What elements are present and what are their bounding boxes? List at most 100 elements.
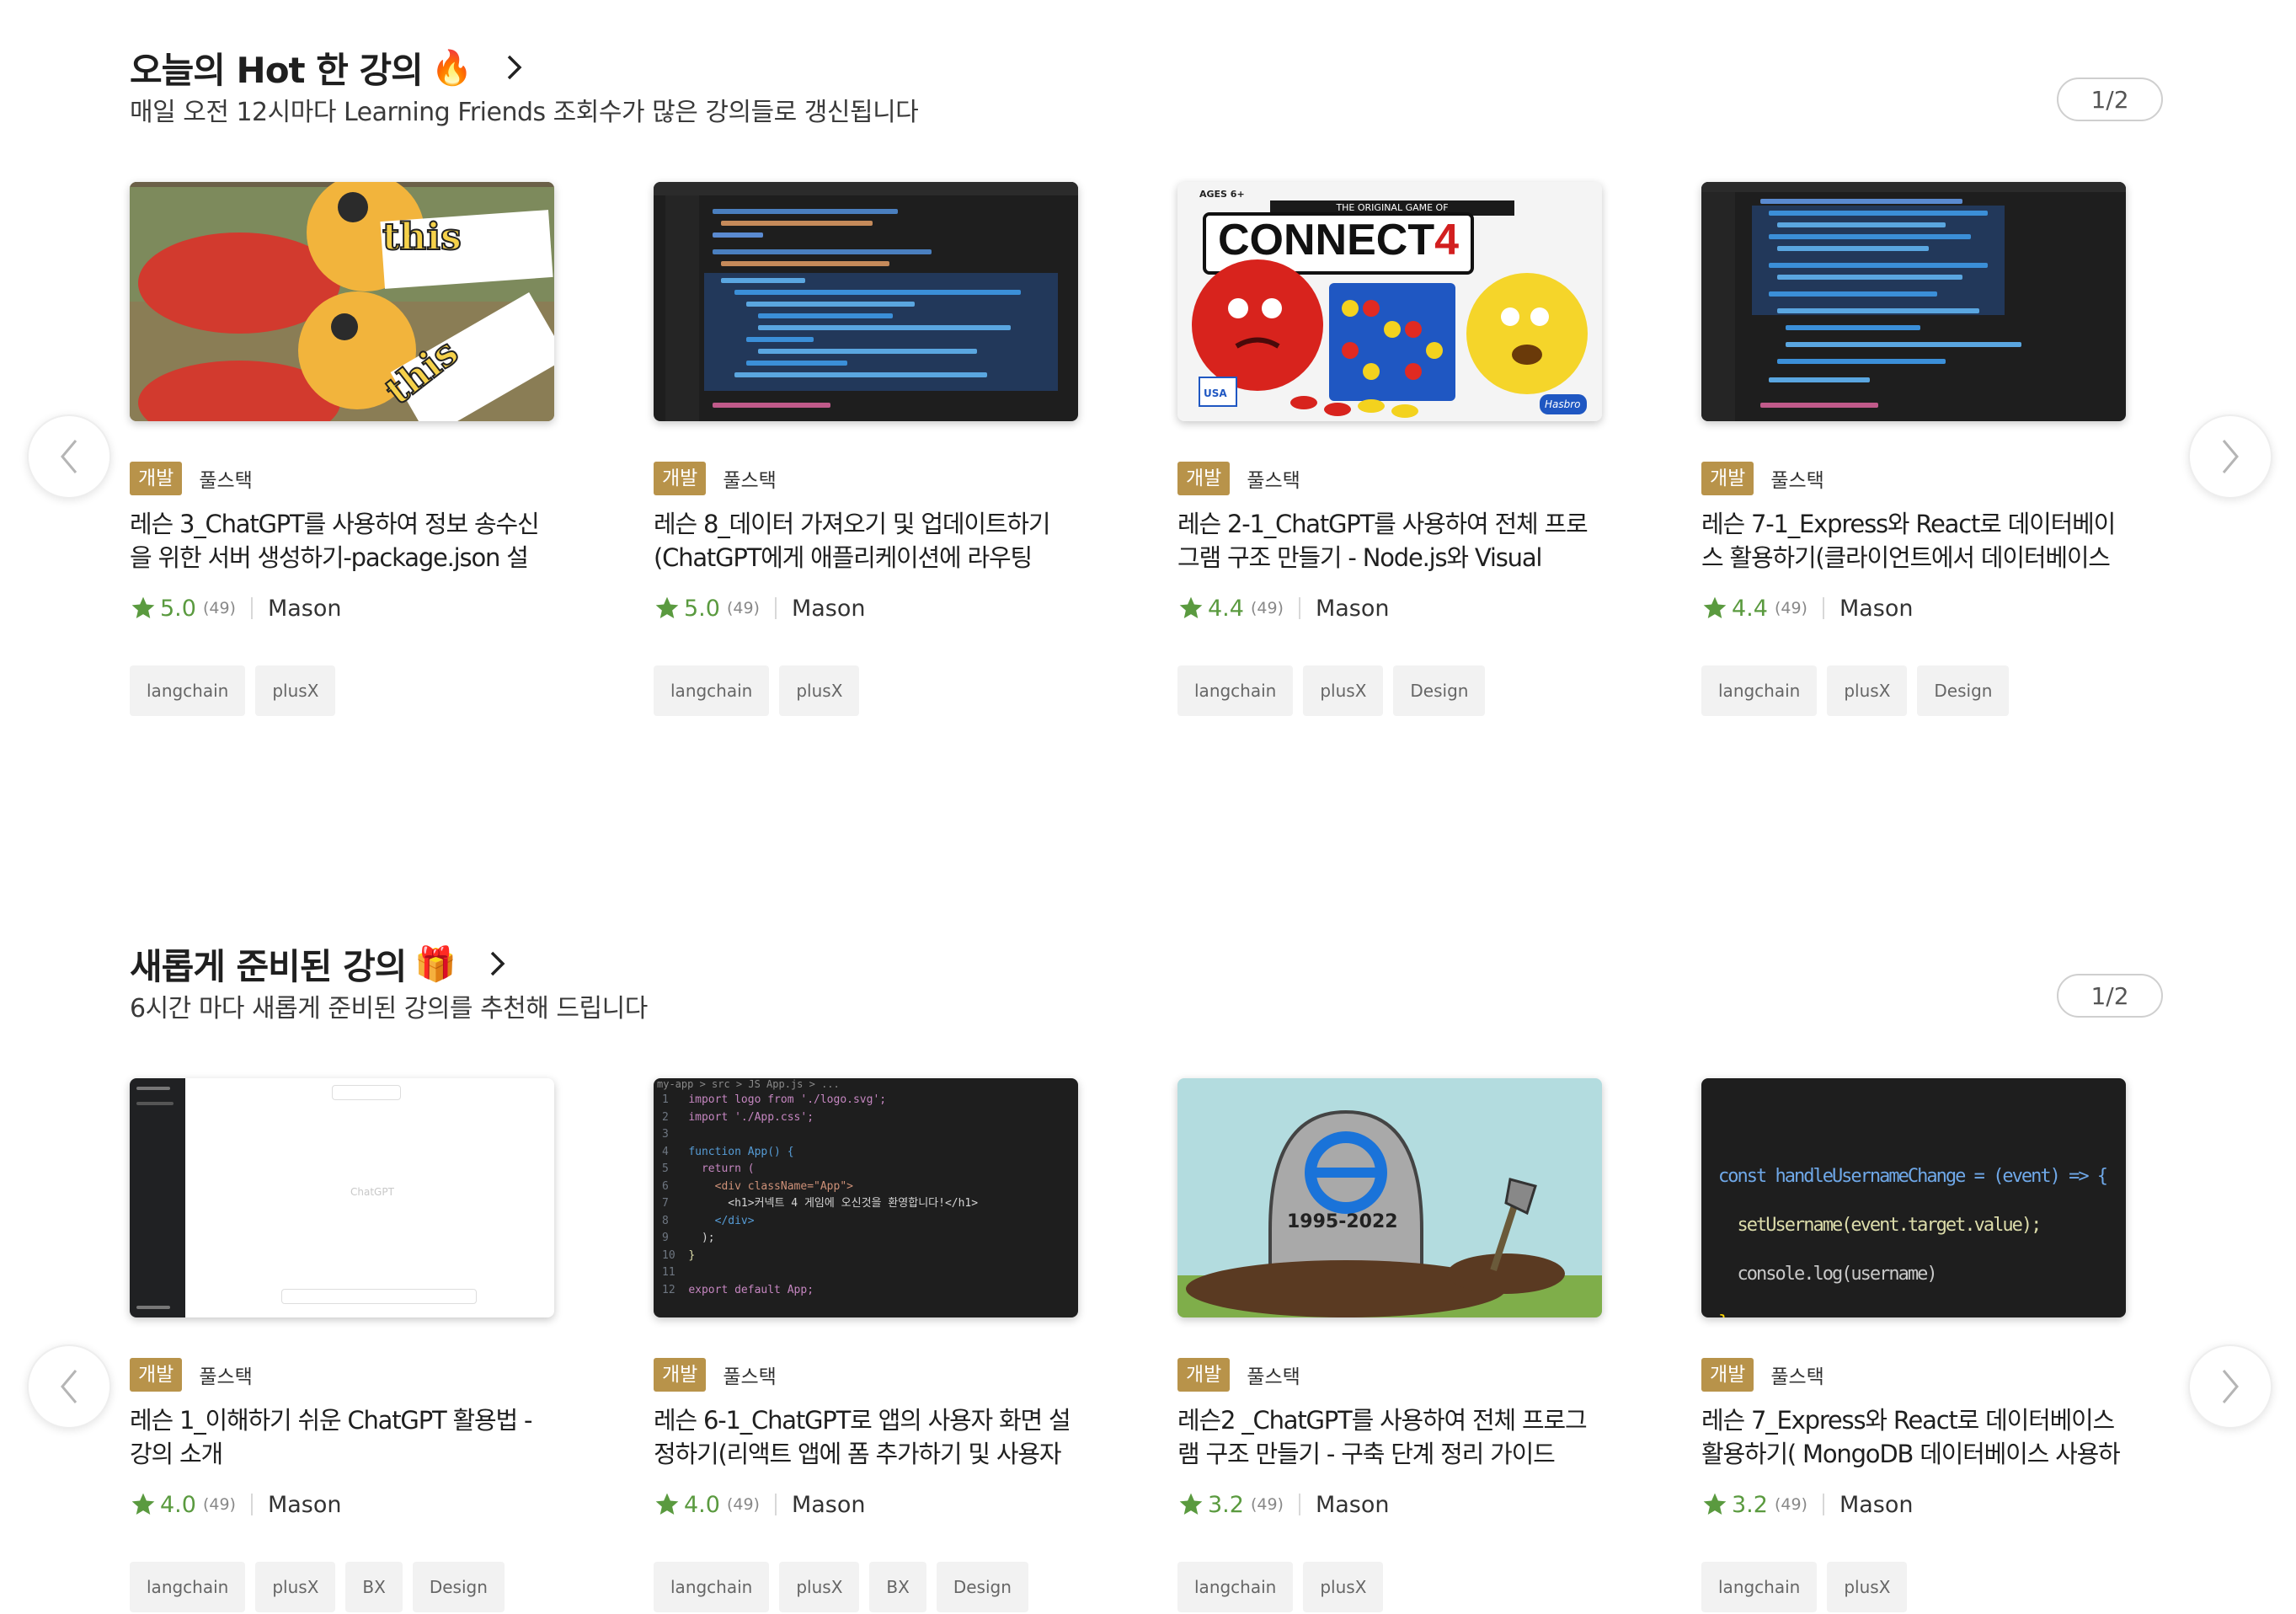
course-thumbnail[interactable]: 1995-2022 bbox=[1177, 1078, 1602, 1317]
course-card[interactable]: 개발 풀스택 레슨 7-1_Express와 React로 데이터베이스 활용하… bbox=[1701, 182, 2126, 716]
tag[interactable]: plusX bbox=[255, 1562, 336, 1612]
rating-score: 4.0 bbox=[684, 1491, 720, 1518]
next-button[interactable] bbox=[2188, 414, 2272, 499]
tag[interactable]: plusX bbox=[779, 665, 860, 716]
author-name[interactable]: Mason bbox=[268, 1492, 342, 1518]
tag-list: langchain plusX bbox=[130, 665, 554, 716]
section-title[interactable]: 새롭게 준비된 강의 🎁 bbox=[130, 938, 511, 989]
rating-count: (49) bbox=[1774, 599, 1807, 617]
tag[interactable]: langchain bbox=[654, 665, 770, 716]
tag[interactable]: plusX bbox=[779, 1562, 860, 1612]
author-name[interactable]: Mason bbox=[792, 596, 866, 622]
course-card[interactable]: AGES 6+ THE ORIGINAL GAME OF CONNECT4 US… bbox=[1177, 182, 1602, 716]
course-title[interactable]: 레슨 8_데이터 가져오기 및 업데이트하기 (ChatGPT에게 애플리케이션… bbox=[654, 507, 1078, 575]
subcategory: 풀스택 bbox=[1247, 1366, 1300, 1388]
course-thumbnail[interactable]: ChatGPT bbox=[130, 1078, 554, 1317]
prev-button[interactable] bbox=[27, 1344, 111, 1429]
rating-row: 3.2 (49) Mason bbox=[1177, 1488, 1602, 1521]
author-name[interactable]: Mason bbox=[1839, 1492, 1914, 1518]
rating-count: (49) bbox=[1250, 1495, 1284, 1514]
tag[interactable]: Design bbox=[1393, 665, 1486, 716]
course-meta: 개발 풀스택 bbox=[130, 462, 554, 495]
category-badge: 개발 bbox=[654, 1358, 707, 1392]
chevron-right-icon[interactable] bbox=[483, 949, 511, 978]
course-thumbnail[interactable]: this this bbox=[130, 182, 554, 421]
tombstone-text: 1995-2022 bbox=[1287, 1211, 1398, 1232]
chevron-left-icon bbox=[61, 1370, 77, 1403]
author-name[interactable]: Mason bbox=[1316, 1492, 1390, 1518]
course-thumbnail[interactable]: AGES 6+ THE ORIGINAL GAME OF CONNECT4 US… bbox=[1177, 182, 1602, 421]
tag[interactable]: plusX bbox=[1827, 1562, 1908, 1612]
rating-count: (49) bbox=[1774, 1495, 1807, 1514]
tag[interactable]: langchain bbox=[130, 1562, 246, 1612]
rating-count: (49) bbox=[726, 1495, 760, 1514]
page-indicator: 1/2 bbox=[2057, 77, 2163, 121]
meme-text-top: this bbox=[382, 215, 462, 259]
tag-list: langchain plusX BX Design bbox=[130, 1562, 554, 1612]
tag[interactable]: plusX bbox=[1303, 1562, 1384, 1612]
tag[interactable]: plusX bbox=[255, 665, 336, 716]
course-thumbnail[interactable] bbox=[654, 182, 1078, 421]
section-title[interactable]: 오늘의 Hot 한 강의 🔥 bbox=[130, 42, 528, 93]
author-name[interactable]: Mason bbox=[1839, 596, 1914, 622]
rating-row: 4.0 (49) Mason bbox=[130, 1488, 554, 1521]
course-card[interactable]: 개발 풀스택 레슨 8_데이터 가져오기 및 업데이트하기 (ChatGPT에게… bbox=[654, 182, 1078, 716]
rating-row: 4.0 (49) Mason bbox=[654, 1488, 1078, 1521]
tag[interactable]: langchain bbox=[1177, 665, 1294, 716]
course-title[interactable]: 레슨 1_이해하기 쉬운 ChatGPT 활용법 - 강의 소개 bbox=[130, 1403, 554, 1471]
course-title[interactable]: 레슨 2-1_ChatGPT를 사용하여 전체 프로그램 구조 만들기 - No… bbox=[1177, 507, 1602, 575]
chevron-right-icon[interactable] bbox=[499, 53, 528, 82]
course-thumbnail[interactable] bbox=[1701, 182, 2126, 421]
code-block: 1 import logo from './logo.svg'; 2 impor… bbox=[662, 1093, 979, 1296]
rating-score: 5.0 bbox=[684, 595, 720, 622]
tag[interactable]: plusX bbox=[1303, 665, 1384, 716]
section-subtitle: 매일 오전 12시마다 Learning Friends 조회수가 많은 강의들… bbox=[130, 98, 919, 127]
divider bbox=[774, 1494, 777, 1515]
category-badge: 개발 bbox=[130, 1358, 183, 1392]
rating-score: 4.4 bbox=[1732, 595, 1768, 622]
star-icon bbox=[1179, 596, 1203, 618]
course-card[interactable]: const handleUsernameChange = (event) => … bbox=[1701, 1078, 2126, 1612]
tag-list: langchain plusX bbox=[654, 665, 1078, 716]
tag[interactable]: langchain bbox=[654, 1562, 770, 1612]
tag[interactable]: langchain bbox=[1701, 1562, 1818, 1612]
divider bbox=[1298, 1494, 1300, 1515]
tag[interactable]: langchain bbox=[130, 665, 246, 716]
star-icon bbox=[1179, 1493, 1203, 1515]
tag[interactable]: Design bbox=[1917, 665, 2010, 716]
tag[interactable]: langchain bbox=[1177, 1562, 1294, 1612]
author-name[interactable]: Mason bbox=[1316, 596, 1390, 622]
rating-count: (49) bbox=[202, 1495, 236, 1514]
tag-list: langchain plusX bbox=[1701, 1562, 2126, 1612]
tag[interactable]: Design bbox=[412, 1562, 505, 1612]
tag[interactable]: plusX bbox=[1827, 665, 1908, 716]
course-card[interactable]: my-app > src > JS App.js > ... 1 import … bbox=[654, 1078, 1078, 1612]
course-card[interactable]: ChatGPT 개발 풀스택 레슨 1_이해하기 쉬운 ChatGPT 활용법 … bbox=[130, 1078, 554, 1612]
course-title[interactable]: 레슨 7_Express와 React로 데이터베이스 활용하기( MongoD… bbox=[1701, 1403, 2126, 1471]
course-thumbnail[interactable]: my-app > src > JS App.js > ... 1 import … bbox=[654, 1078, 1078, 1317]
rating-score: 5.0 bbox=[160, 595, 196, 622]
prev-button[interactable] bbox=[27, 414, 111, 499]
course-card[interactable]: this this 개발 풀스택 레슨 3_ChatGPT를 사용하여 정보 송… bbox=[130, 182, 554, 716]
tag-list: langchain plusX BX Design bbox=[654, 1562, 1078, 1612]
rating-count: (49) bbox=[202, 599, 236, 617]
course-meta: 개발 풀스택 bbox=[654, 462, 1078, 495]
course-thumbnail[interactable]: const handleUsernameChange = (event) => … bbox=[1701, 1078, 2126, 1317]
course-title[interactable]: 레슨2 _ChatGPT를 사용하여 전체 프로그램 구조 만들기 - 구축 단… bbox=[1177, 1403, 1602, 1471]
tag[interactable]: BX bbox=[345, 1562, 403, 1612]
section-title-text: 새롭게 준비된 강의 bbox=[130, 945, 407, 987]
author-name[interactable]: Mason bbox=[792, 1492, 866, 1518]
rating-score: 3.2 bbox=[1208, 1491, 1244, 1518]
tag[interactable]: langchain bbox=[1701, 665, 1818, 716]
course-title[interactable]: 레슨 7-1_Express와 React로 데이터베이스 활용하기(클라이언트… bbox=[1701, 507, 2126, 575]
next-button[interactable] bbox=[2188, 1344, 2272, 1429]
chevron-right-icon bbox=[2222, 440, 2239, 473]
course-title[interactable]: 레슨 3_ChatGPT를 사용하여 정보 송수신을 위한 서버 생성하기-pa… bbox=[130, 507, 554, 575]
course-title[interactable]: 레슨 6-1_ChatGPT로 앱의 사용자 화면 설정하기(리액트 앱에 폼 … bbox=[654, 1403, 1078, 1471]
course-card[interactable]: 1995-2022 개발 풀스택 레슨2 _ChatGPT를 사용하여 전체 프… bbox=[1177, 1078, 1602, 1612]
divider bbox=[1298, 597, 1300, 619]
author-name[interactable]: Mason bbox=[268, 596, 342, 622]
tag-list: langchain plusX bbox=[1177, 1562, 1602, 1612]
tag[interactable]: BX bbox=[869, 1562, 926, 1612]
tag[interactable]: Design bbox=[936, 1562, 1028, 1612]
